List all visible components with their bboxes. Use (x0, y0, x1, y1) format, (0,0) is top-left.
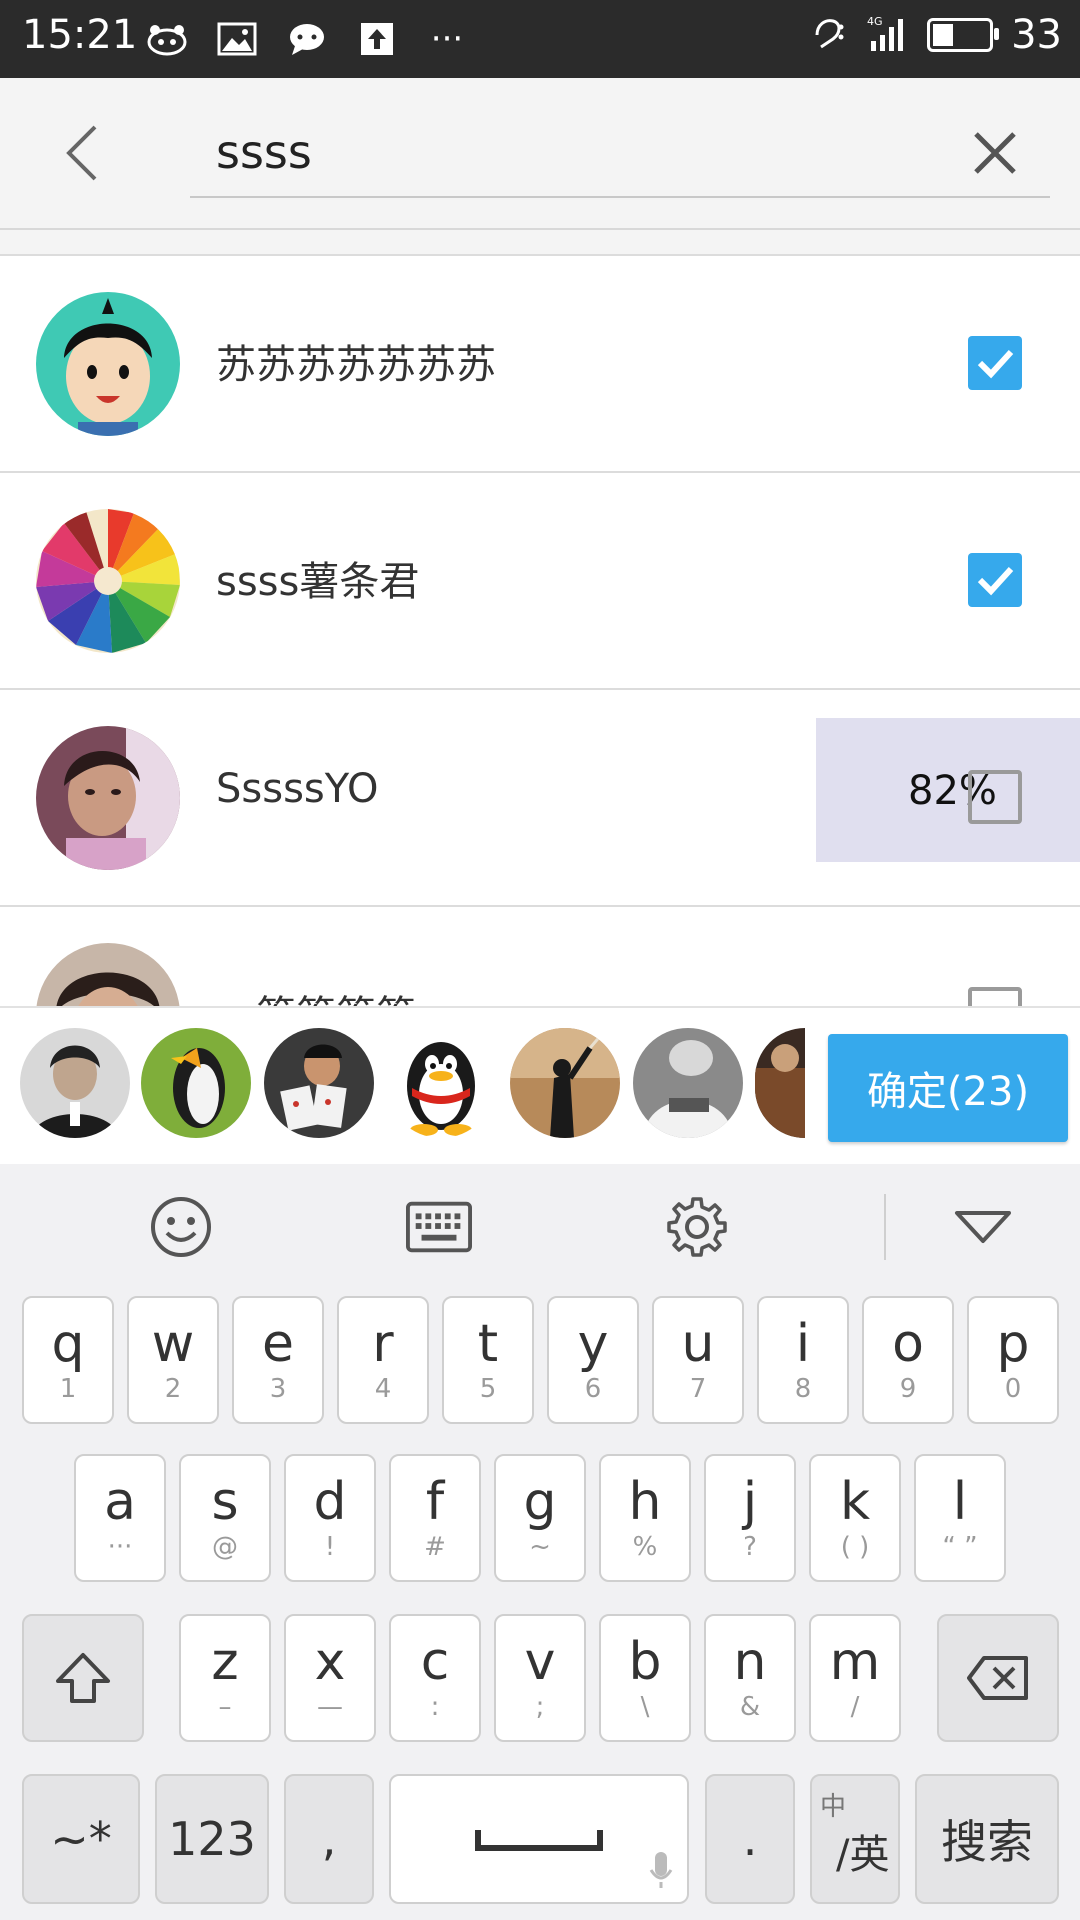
key-g[interactable]: g ~ (494, 1454, 586, 1582)
signal-icon: 4G (865, 13, 909, 57)
key-r[interactable]: r4 (337, 1296, 429, 1424)
key-k[interactable]: k( ) (809, 1454, 901, 1582)
key-i[interactable]: i8 (757, 1296, 849, 1424)
key-u[interactable]: u7 (652, 1296, 744, 1424)
key-q[interactable]: q1 (22, 1296, 114, 1424)
music-note-icon (811, 13, 847, 57)
close-icon (974, 132, 1016, 174)
panda-app-icon (145, 20, 189, 58)
upload-icon (355, 20, 399, 58)
shift-arrow-icon (56, 1653, 110, 1703)
battery-icon (927, 18, 1000, 52)
contact-name: SssssYO (216, 766, 379, 812)
search-header (0, 78, 1080, 230)
key-y[interactable]: y6 (547, 1296, 639, 1424)
key-w[interactable]: w2 (127, 1296, 219, 1424)
select-checkbox[interactable] (968, 336, 1022, 390)
shift-key[interactable] (22, 1614, 144, 1742)
list-item[interactable]: 篁篁篁篁 (0, 907, 1080, 1008)
selected-avatar[interactable] (633, 1028, 743, 1138)
numbers-key[interactable]: 123 (155, 1774, 269, 1904)
svg-text:4G: 4G (867, 15, 883, 28)
avatar (36, 726, 180, 870)
clear-search-button[interactable] (960, 118, 1030, 188)
keyboard-icon (406, 1201, 472, 1253)
selected-avatar[interactable] (141, 1028, 251, 1138)
triangle-down-icon (955, 1211, 1011, 1243)
comma-key[interactable]: , (284, 1774, 374, 1904)
select-checkbox[interactable] (968, 987, 1022, 1008)
period-key[interactable]: . (705, 1774, 795, 1904)
key-j[interactable]: j? (704, 1454, 796, 1582)
key-v[interactable]: v; (494, 1614, 586, 1742)
contact-name: 苏苏苏苏苏苏苏 (216, 342, 496, 388)
search-input[interactable] (190, 108, 1050, 198)
battery-percent: 33 (1011, 12, 1062, 58)
contact-name: 篁篁篁篁 (256, 983, 416, 1008)
confirm-button[interactable]: 确定(23) (828, 1034, 1068, 1142)
key-t[interactable]: t5 (442, 1296, 534, 1424)
check-icon (977, 566, 1014, 596)
list-item[interactable]: 苏苏苏苏苏苏苏 (0, 256, 1080, 473)
avatar (36, 509, 180, 653)
selected-avatar[interactable] (264, 1028, 374, 1138)
settings-button[interactable] (664, 1194, 730, 1260)
key-h[interactable]: h% (599, 1454, 691, 1582)
keyboard-toolbar (0, 1164, 1080, 1286)
contact-list[interactable]: 苏苏苏苏苏苏苏 ssss薯条君 SssssYO 82% (0, 254, 1080, 1008)
key-f[interactable]: f # (389, 1454, 481, 1582)
key-a[interactable]: a ··· (74, 1454, 166, 1582)
gear-icon (667, 1197, 727, 1257)
key-m[interactable]: m / (809, 1614, 901, 1742)
language-switch-key[interactable]: 中 /英 (810, 1774, 900, 1904)
list-item[interactable]: ssss薯条君 (0, 473, 1080, 690)
backspace-icon (967, 1656, 1028, 1700)
image-icon (215, 20, 259, 58)
emoji-icon (151, 1197, 211, 1257)
key-b[interactable]: b \ (599, 1614, 691, 1742)
back-button[interactable] (48, 118, 118, 188)
selected-avatar[interactable] (20, 1028, 130, 1138)
key-c[interactable]: c: (389, 1614, 481, 1742)
keyboard-switch-button[interactable] (406, 1194, 472, 1260)
status-bar: 15:21 ··· 4G 33 (0, 0, 1080, 78)
soft-keyboard: q1 w2 e3 r4 t5 y6 u7 i8 o9 p0 a ··· s @ d!… (0, 1164, 1080, 1920)
symbols-key[interactable]: ~* (22, 1774, 140, 1904)
space-bar-icon (475, 1830, 603, 1851)
hide-keyboard-button[interactable] (950, 1194, 1016, 1260)
key-l[interactable]: l “ ” (914, 1454, 1006, 1582)
selected-contacts-bar: 确定(23) (0, 1006, 1080, 1168)
back-arrow-icon (66, 125, 97, 181)
key-x[interactable]: x — (284, 1614, 376, 1742)
key-z[interactable]: z – (179, 1614, 271, 1742)
microphone-icon (649, 1852, 673, 1888)
selected-avatar[interactable] (755, 1028, 805, 1138)
toolbar-divider (884, 1194, 886, 1260)
list-item[interactable]: SssssYO 82% (0, 690, 1080, 907)
contact-name: ssss薯条君 (216, 559, 420, 605)
select-checkbox[interactable] (968, 770, 1022, 824)
avatar (36, 943, 180, 1008)
more-notifications-icon: ··· (430, 19, 464, 59)
key-e[interactable]: e3 (232, 1296, 324, 1424)
emoji-button[interactable] (148, 1194, 214, 1260)
selected-avatar[interactable] (386, 1028, 496, 1138)
select-checkbox[interactable] (968, 553, 1022, 607)
key-d[interactable]: d! (284, 1454, 376, 1582)
key-p[interactable]: p0 (967, 1296, 1059, 1424)
key-o[interactable]: o9 (862, 1296, 954, 1424)
selected-avatar[interactable] (510, 1028, 620, 1138)
search-key[interactable]: 搜索 (915, 1774, 1059, 1904)
key-s[interactable]: s @ (179, 1454, 271, 1582)
backspace-key[interactable] (937, 1614, 1059, 1742)
key-n[interactable]: n & (704, 1614, 796, 1742)
status-time: 15:21 (22, 12, 138, 58)
avatar (36, 292, 180, 436)
check-icon (977, 349, 1014, 379)
space-key[interactable] (389, 1774, 689, 1904)
chat-icon (285, 20, 329, 58)
